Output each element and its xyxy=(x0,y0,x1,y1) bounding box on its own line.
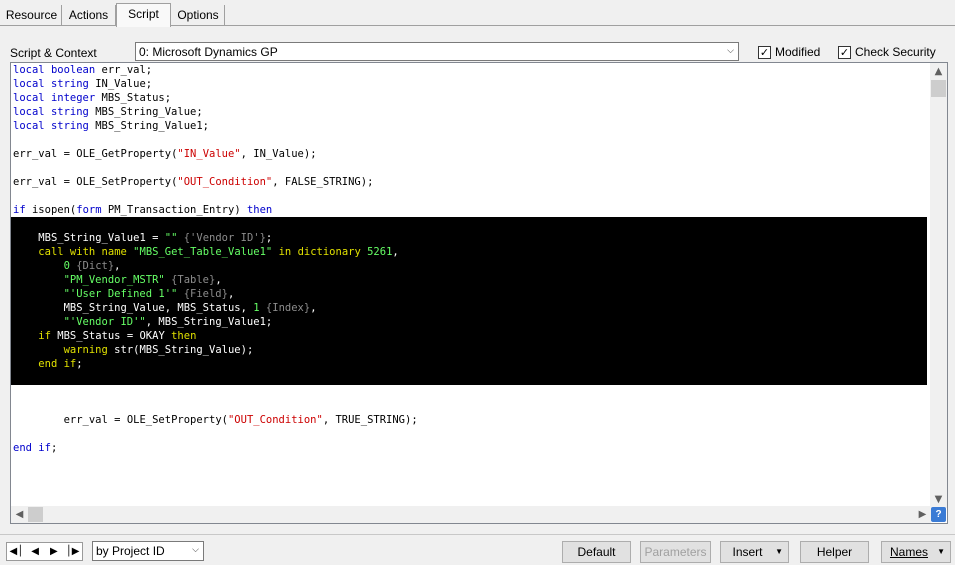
tab-resource[interactable]: Resource xyxy=(2,5,62,26)
lookup-sort-select[interactable]: by Project ID ⌵ xyxy=(92,541,204,561)
code-line: 0 {Dict}, xyxy=(63,260,121,272)
horizontal-scroll-thumb[interactable] xyxy=(28,507,43,522)
code-line: local string IN_Value; xyxy=(13,78,153,90)
first-record-icon[interactable]: ◀│ xyxy=(7,543,26,560)
code-line: "'User Defined 1'" {Field}, xyxy=(63,288,235,300)
previous-record-icon[interactable]: ◀ xyxy=(26,543,45,560)
record-navigation: ◀│ ◀ ▶ │▶ xyxy=(6,542,83,561)
check-security-label: Check Security xyxy=(855,45,936,59)
code-line: "'Vendor ID'", MBS_String_Value1; xyxy=(63,316,273,328)
code-line: MBS_String_Value1 = "" {'Vendor ID'}; xyxy=(38,232,273,244)
code-line: "PM_Vendor_MSTR" {Table}, xyxy=(63,274,222,286)
lookup-sort-value: by Project ID xyxy=(96,544,165,558)
code-line: end if; xyxy=(13,442,58,454)
code-line: end if; xyxy=(38,358,83,370)
checkmark-icon: ✓ xyxy=(758,45,771,59)
code-line: local boolean err_val; xyxy=(13,64,153,76)
tab-strip: Resource Actions Script Options xyxy=(0,0,955,27)
next-record-icon[interactable]: ▶ xyxy=(45,543,64,560)
chevron-down-icon: ⌵ xyxy=(192,544,199,554)
script-context-label: Script & Context xyxy=(10,46,97,60)
vertical-scroll-thumb[interactable] xyxy=(931,80,946,97)
check-security-checkbox[interactable]: ✓ Check Security xyxy=(838,45,936,59)
code-line: local string MBS_String_Value1; xyxy=(13,120,209,132)
code-line: local integer MBS_Status; xyxy=(13,92,172,104)
dropdown-arrow-icon: ▼ xyxy=(775,547,783,556)
last-record-icon[interactable]: │▶ xyxy=(63,543,82,560)
code-line: err_val = OLE_GetProperty("IN_Value", IN… xyxy=(13,148,317,160)
chevron-down-icon: ⌵ xyxy=(727,45,734,55)
checkmark-icon: ✓ xyxy=(838,45,851,59)
tab-actions[interactable]: Actions xyxy=(62,5,116,26)
code-line: MBS_String_Value, MBS_Status, 1 {Index}, xyxy=(63,302,317,314)
code-line: local string MBS_String_Value; xyxy=(13,106,203,118)
names-label: Names xyxy=(889,545,928,559)
scroll-left-icon[interactable]: ◀ xyxy=(11,506,28,523)
insert-label: Insert xyxy=(732,545,763,559)
modified-checkbox[interactable]: ✓ Modified xyxy=(758,45,820,59)
script-context-value: 0: Microsoft Dynamics GP xyxy=(139,45,278,59)
scroll-up-icon[interactable]: ▲ xyxy=(930,63,947,80)
modified-label: Modified xyxy=(775,45,821,59)
tab-script[interactable]: Script xyxy=(116,3,171,27)
insert-button[interactable]: Insert ▼ xyxy=(720,541,789,563)
horizontal-scrollbar[interactable]: ◀ ▶ xyxy=(11,506,931,523)
script-context-select[interactable]: 0: Microsoft Dynamics GP ⌵ xyxy=(135,42,739,61)
code-line: warning str(MBS_String_Value); xyxy=(63,344,254,356)
default-button[interactable]: Default xyxy=(562,541,631,563)
script-editor[interactable]: local boolean err_val;local string IN_Va… xyxy=(10,62,948,524)
code-line: err_val = OLE_SetProperty("OUT_Condition… xyxy=(63,414,418,426)
code-line: if isopen(form PM_Transaction_Entry) the… xyxy=(13,204,273,216)
code-line: call with name "MBS_Get_Table_Value1" in… xyxy=(38,246,399,258)
helper-button[interactable]: Helper xyxy=(800,541,869,563)
vertical-scrollbar[interactable]: ▲ ▼ xyxy=(930,63,947,508)
tab-options[interactable]: Options xyxy=(172,5,225,26)
code-line: err_val = OLE_SetProperty("OUT_Condition… xyxy=(13,176,374,188)
scroll-down-icon[interactable]: ▼ xyxy=(930,491,947,508)
code-line: if MBS_Status = OKAY then xyxy=(38,330,197,342)
bottom-toolbar: ◀│ ◀ ▶ │▶ by Project ID ⌵ Default Parame… xyxy=(0,534,955,565)
names-button[interactable]: Names ▼ xyxy=(881,541,951,563)
dropdown-arrow-icon: ▼ xyxy=(937,547,945,556)
help-icon[interactable]: ? xyxy=(931,507,946,522)
parameters-button[interactable]: Parameters xyxy=(640,541,711,563)
code-area[interactable]: local boolean err_val;local string IN_Va… xyxy=(13,63,929,455)
scroll-right-icon[interactable]: ▶ xyxy=(914,506,931,523)
